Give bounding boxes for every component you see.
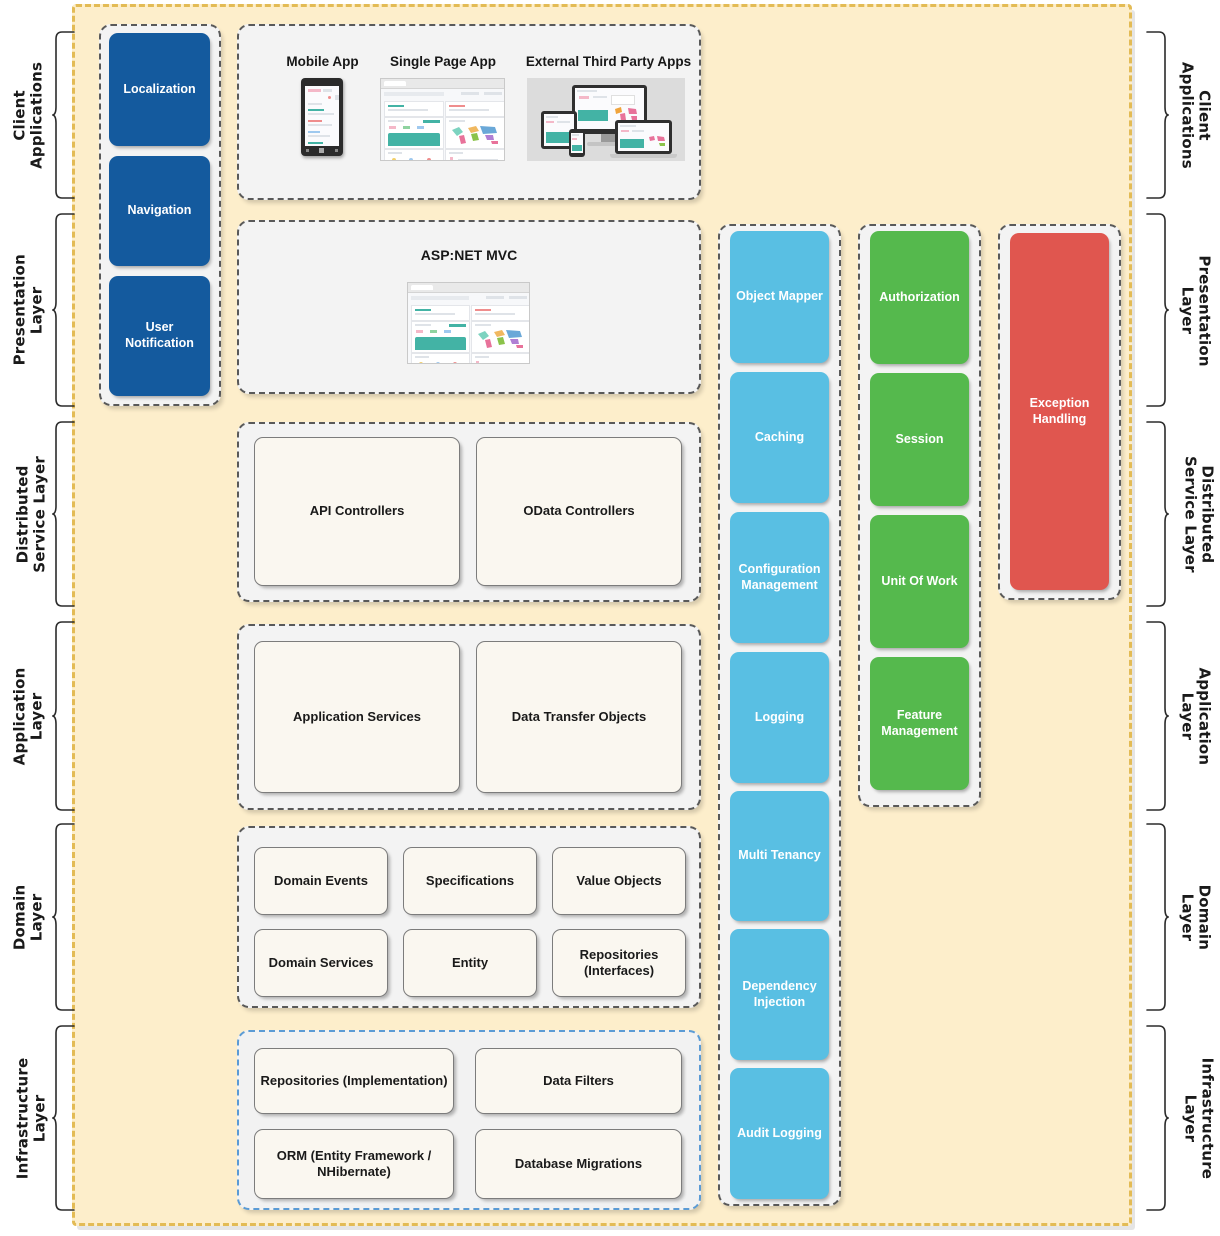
tile-exception-handling[interactable]: Exception Handling [1010,233,1109,590]
left-label-application-layer: Application Layer [10,667,46,766]
right-bracket-distributed-service-layer [1143,420,1169,608]
tile-session[interactable]: Session [870,373,969,506]
right-bracket-client-applications [1143,30,1169,200]
right-label-distributed-service-layer: Distributed Service Layer [1181,456,1217,573]
aspnet-mvc-browser-thumbnail [407,282,530,364]
tile-authorization[interactable]: Authorization [870,231,969,364]
left-bracket-domain-layer [52,822,78,1012]
tile-configuration-management[interactable]: Configuration Management [730,512,829,643]
browser-chrome-bar [381,79,504,89]
tile-repositories-interfaces[interactable]: Repositories (Interfaces) [552,929,686,997]
right-bracket-infrastructure-layer [1143,1024,1169,1212]
right-label-infrastructure-layer: Infrastructure Layer [1181,1057,1217,1180]
right-label-domain-layer: Domain Layer [1178,884,1214,951]
tile-domain-services[interactable]: Domain Services [254,929,388,997]
tile-odata-controllers[interactable]: OData Controllers [476,437,682,586]
right-label-application-layer: Application Layer [1178,667,1214,766]
tile-audit-logging[interactable]: Audit Logging [730,1068,829,1199]
tile-logging[interactable]: Logging [730,652,829,783]
left-bracket-infrastructure-layer [52,1024,78,1212]
caption-mobile-app: Mobile App [286,54,359,69]
tile-multi-tenancy[interactable]: Multi Tenancy [730,791,829,921]
right-label-presentation-layer: Presentation Layer [1178,255,1214,367]
tile-caching[interactable]: Caching [730,372,829,503]
aspnet-mvc-title: ASP:NET MVC [420,247,518,263]
mobile-phone-thumbnail [301,78,343,156]
multi-device-thumbnail [527,78,685,161]
tile-localization[interactable]: Localization [109,33,210,146]
browser-dashboard-body [381,89,504,160]
tile-repositories-implementation[interactable]: Repositories (Implementation) [254,1048,454,1114]
left-label-infrastructure-layer: Infrastructure Layer [13,1057,49,1180]
tile-entity[interactable]: Entity [403,929,537,997]
tile-database-migrations[interactable]: Database Migrations [475,1129,682,1199]
tile-object-mapper[interactable]: Object Mapper [730,231,829,363]
left-bracket-distributed-service-layer [52,420,78,608]
right-bracket-presentation-layer [1143,212,1169,408]
phone-screen [305,86,339,146]
tile-navigation[interactable]: Navigation [109,156,210,266]
tile-value-objects[interactable]: Value Objects [552,847,686,915]
tile-unit-of-work[interactable]: Unit Of Work [870,515,969,648]
tile-specifications[interactable]: Specifications [403,847,537,915]
right-bracket-application-layer [1143,620,1169,812]
tile-orm[interactable]: ORM (Entity Framework / NHibernate) [254,1129,454,1199]
tile-data-transfer-objects[interactable]: Data Transfer Objects [476,641,682,793]
left-bracket-presentation-layer [52,212,78,408]
tile-application-services[interactable]: Application Services [254,641,460,793]
tile-feature-management[interactable]: Feature Management [870,657,969,790]
tile-api-controllers[interactable]: API Controllers [254,437,460,586]
caption-single-page-app: Single Page App [389,54,497,69]
caption-external-third-party-apps: External Third Party Apps [525,54,692,69]
browser-chrome-bar-mvc [408,283,529,293]
left-label-distributed-service-layer: Distributed Service Layer [13,456,49,573]
tile-user-notification[interactable]: User Notification [109,276,210,396]
left-label-client-applications: Client Applications [10,61,46,169]
browser-dashboard-thumbnail [380,78,505,161]
left-label-presentation-layer: Presentation Layer [10,254,46,366]
left-bracket-client-applications [52,30,78,200]
right-label-client-applications: Client Applications [1178,61,1214,169]
tile-data-filters[interactable]: Data Filters [475,1048,682,1114]
right-bracket-domain-layer [1143,822,1169,1012]
browser-dashboard-body-mvc [408,293,529,363]
left-bracket-application-layer [52,620,78,812]
left-label-domain-layer: Domain Layer [10,884,46,951]
tile-dependency-injection[interactable]: Dependency Injection [730,929,829,1060]
tile-domain-events[interactable]: Domain Events [254,847,388,915]
